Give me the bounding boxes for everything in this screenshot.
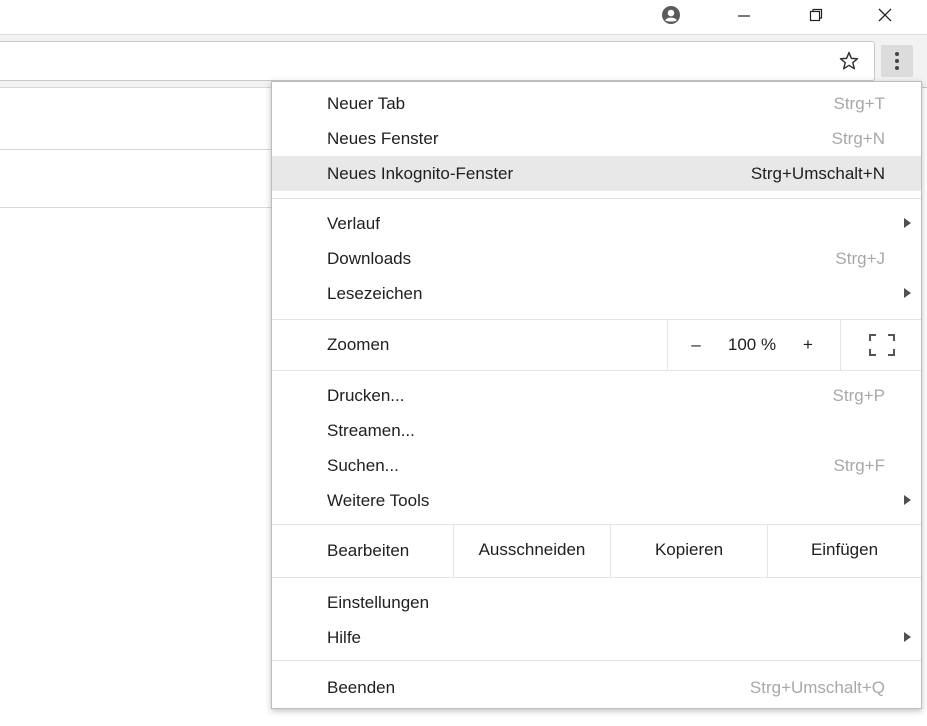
menu-row-zoom: Zoomen – 100 % + bbox=[272, 320, 921, 370]
menu-item-shortcut: Strg+Umschalt+N bbox=[750, 163, 885, 183]
page-divider bbox=[0, 207, 272, 208]
menu-item-print[interactable]: Drucken... Strg+P bbox=[272, 378, 921, 413]
zoom-label: Zoomen bbox=[327, 335, 390, 354]
account-icon[interactable] bbox=[648, 0, 694, 30]
menu-item-new-window[interactable]: Neues Fenster Strg+N bbox=[272, 121, 921, 156]
menu-item-shortcut: Strg+J bbox=[835, 248, 885, 268]
menu-separator bbox=[272, 577, 921, 578]
title-bar bbox=[0, 0, 927, 34]
menu-item-shortcut: Strg+T bbox=[833, 93, 886, 113]
copy-button[interactable]: Kopieren bbox=[611, 525, 767, 575]
menu-item-new-incognito-window[interactable]: Neues Inkognito-Fenster Strg+Umschalt+N bbox=[272, 156, 921, 191]
menu-item-exit[interactable]: Beenden Strg+Umschalt+Q bbox=[272, 670, 921, 705]
menu-item-new-tab[interactable]: Neuer Tab Strg+T bbox=[272, 86, 921, 121]
restore-icon[interactable] bbox=[793, 0, 839, 30]
paste-button[interactable]: Einfügen bbox=[768, 525, 921, 575]
minimize-icon[interactable] bbox=[721, 0, 767, 30]
zoom-level: 100 % bbox=[727, 335, 777, 354]
star-icon[interactable] bbox=[836, 48, 862, 74]
menu-item-label: Drucken... bbox=[327, 385, 405, 405]
menu-item-label: Suchen... bbox=[327, 455, 399, 475]
menu-item-label: Hilfe bbox=[327, 627, 362, 647]
menu-item-downloads[interactable]: Downloads Strg+J bbox=[272, 241, 921, 276]
close-icon[interactable] bbox=[862, 0, 908, 30]
menu-item-shortcut: Strg+F bbox=[833, 455, 886, 475]
menu-item-label: Neues Fenster bbox=[327, 128, 439, 148]
menu-item-label: Neues Inkognito-Fenster bbox=[327, 163, 514, 183]
submenu-arrow-icon bbox=[904, 632, 911, 642]
menu-separator bbox=[272, 370, 921, 371]
menu-item-label: Downloads bbox=[327, 248, 412, 268]
submenu-arrow-icon bbox=[904, 218, 911, 228]
menu-separator bbox=[272, 660, 921, 661]
page-divider bbox=[0, 149, 272, 150]
menu-item-label: Einstellungen bbox=[327, 592, 430, 612]
menu-item-label: Verlauf bbox=[327, 213, 380, 233]
menu-item-label: Beenden bbox=[327, 677, 396, 697]
menu-item-bookmarks[interactable]: Lesezeichen bbox=[272, 276, 921, 311]
zoom-in-button[interactable]: + bbox=[788, 320, 828, 370]
submenu-arrow-icon bbox=[904, 495, 911, 505]
menu-item-settings[interactable]: Einstellungen bbox=[272, 585, 921, 620]
address-bar[interactable] bbox=[0, 41, 875, 81]
fullscreen-icon[interactable] bbox=[857, 320, 907, 370]
menu-item-label: Streamen... bbox=[327, 420, 415, 440]
menu-row-edit: Bearbeiten Ausschneiden Kopieren Einfüge… bbox=[272, 525, 921, 577]
submenu-arrow-icon bbox=[904, 288, 911, 298]
zoom-out-button[interactable]: – bbox=[676, 320, 716, 370]
menu-item-shortcut: Strg+Umschalt+Q bbox=[749, 677, 885, 697]
menu-item-label: Weitere Tools bbox=[327, 490, 430, 510]
chrome-main-menu: Neuer Tab Strg+T Neues Fenster Strg+N Ne… bbox=[271, 81, 922, 709]
cut-button[interactable]: Ausschneiden bbox=[454, 525, 610, 575]
menu-item-history[interactable]: Verlauf bbox=[272, 206, 921, 241]
menu-item-help[interactable]: Hilfe bbox=[272, 620, 921, 655]
menu-item-shortcut: Strg+N bbox=[831, 128, 885, 148]
menu-item-cast[interactable]: Streamen... bbox=[272, 413, 921, 448]
menu-separator bbox=[272, 198, 921, 199]
menu-item-label: Neuer Tab bbox=[327, 93, 406, 113]
edit-label: Bearbeiten bbox=[327, 541, 410, 560]
menu-item-find[interactable]: Suchen... Strg+F bbox=[272, 448, 921, 483]
menu-item-shortcut: Strg+P bbox=[832, 385, 885, 405]
menu-separator bbox=[840, 320, 841, 370]
more-vert-icon[interactable] bbox=[881, 45, 913, 77]
menu-item-label: Lesezeichen bbox=[327, 283, 423, 303]
menu-item-more-tools[interactable]: Weitere Tools bbox=[272, 483, 921, 518]
page-divider bbox=[0, 87, 272, 88]
menu-separator bbox=[667, 320, 668, 370]
